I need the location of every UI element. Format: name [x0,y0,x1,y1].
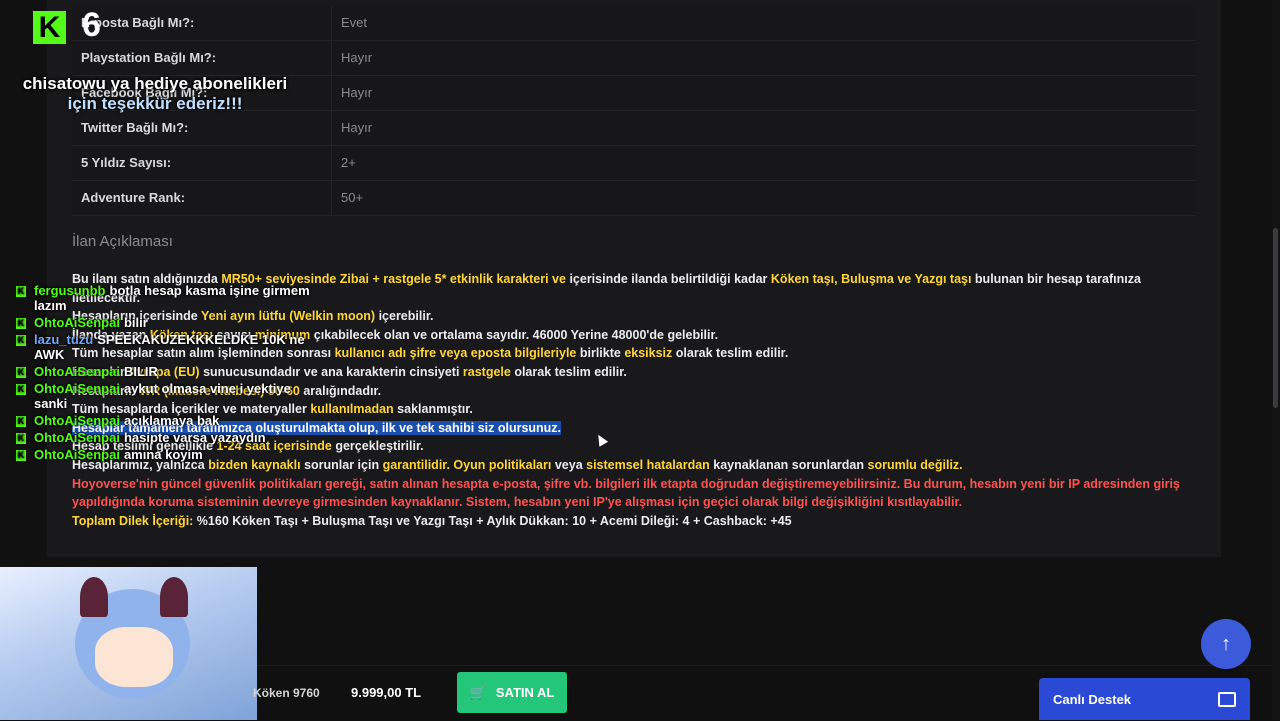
support-label: Canlı Destek [1053,691,1132,707]
chat-user: lazu_tuzu [34,332,94,347]
chat-message: K OhtoAiSenpai BILIR [14,364,314,379]
property-key: E-posta Bağlı Mı?: [72,6,332,40]
kick-badge-icon: K [16,450,26,461]
chat-message: Kfergusunbb botla hesap kasma işine girme… [14,283,314,313]
chat-user: fergusunbb [34,283,106,298]
chat-message: K OhtoAiSenpai amına koyim [14,447,314,462]
section-title: İlan Açıklaması [72,233,173,250]
avatar-horn [80,577,108,617]
price: 9.999,00 TL [351,685,422,700]
arrow-up-icon: ↑ [1221,632,1231,655]
property-key: 5 Yıldız Sayısı: [72,146,332,180]
chat-user: OhtoAiSenpai [34,364,120,379]
chat-message: K OhtoAiSenpai hasipte varsa yazaydın [14,430,314,445]
kick-badge-icon: K [16,318,26,329]
property-key: Adventure Rank: [72,181,332,215]
stream-chat: Kfergusunbb botla hesap kasma işine girme… [14,283,314,464]
vtuber-avatar [0,567,257,720]
chat-text: bilir [123,315,148,330]
property-row: Twitter Bağlı Mı?: Hayır [72,111,1196,146]
property-value: Hayır [341,85,373,100]
sub-count: 6 [82,6,101,44]
kick-badge-icon: K [16,433,26,444]
chat-message: K OhtoAiSenpai bilir [14,315,314,330]
kick-badge-icon: K [16,384,26,395]
chat-user: OhtoAiSenpai [34,315,120,330]
chat-message: K OhtoAiSenpai açıklamaya bak [14,413,314,428]
property-row: 5 Yıldız Sayısı: 2+ [72,146,1196,181]
chat-message: Klazu_tuzu SPEEKAKUZEKKKELDKE 10K ne AWK [14,332,314,362]
kick-badge-icon: K [16,367,26,378]
chat-text: amına koyim [123,447,203,462]
chat-text: açıklamaya bak [123,413,220,428]
kick-badge-icon: K [16,286,26,297]
chat-user: OhtoAiSenpai [34,413,120,428]
chat-user: OhtoAiSenpai [34,430,120,445]
property-key: Twitter Bağlı Mı?: [72,111,332,145]
property-value: 2+ [341,155,356,170]
property-value: Hayır [341,120,373,135]
thanks-line: için teşekkür ederiz!!! [67,94,243,113]
kick-badge-icon: K [16,335,26,346]
property-row: Playstation Bağlı Mı?: Hayır [72,41,1196,76]
property-value: 50+ [341,190,364,205]
property-value: Hayır [341,50,373,65]
live-support-button[interactable]: Canlı Destek [1039,678,1250,720]
kick-badge-icon: K [16,416,26,427]
chat-user: OhtoAiSenpai [34,447,120,462]
scroll-top-button[interactable]: ↑ [1201,619,1251,669]
desc-line: Toplam Dilek İçeriği: %160 Köken Taşı + … [72,513,792,528]
avatar-horn [160,577,188,617]
avatar-face [95,627,173,687]
thanks-line: chisatowu ya hediye abonelikleri [22,74,288,93]
coin-amount: Köken 9760 [253,686,320,700]
sub-thanks-banner: chisatowu ya hediye abonelikleri için te… [0,74,310,114]
buy-label: SATIN AL [495,685,555,700]
scrollbar-thumb[interactable] [1273,228,1278,408]
property-key: Playstation Bağlı Mı?: [72,41,332,75]
property-row: Adventure Rank: 50+ [72,181,1196,216]
cart-icon: 🛒 [469,684,486,700]
chat-text: hasipte varsa yazaydın [123,430,266,445]
chat-user: OhtoAiSenpai [34,381,120,396]
chat-bubble-icon [1218,691,1236,707]
buy-button[interactable]: 🛒 SATIN AL [457,672,567,713]
property-row: E-posta Bağlı Mı?: Evet [72,6,1196,41]
chat-text: BILIR [123,364,158,379]
property-value: Evet [341,15,368,30]
desc-warning: Hoyoverse'nin güncel güvenlik politikala… [72,476,1180,510]
kick-logo-icon: K [33,11,66,44]
chat-message: K OhtoAiSenpai aykut olmasa vine i yektiye… [14,381,314,411]
